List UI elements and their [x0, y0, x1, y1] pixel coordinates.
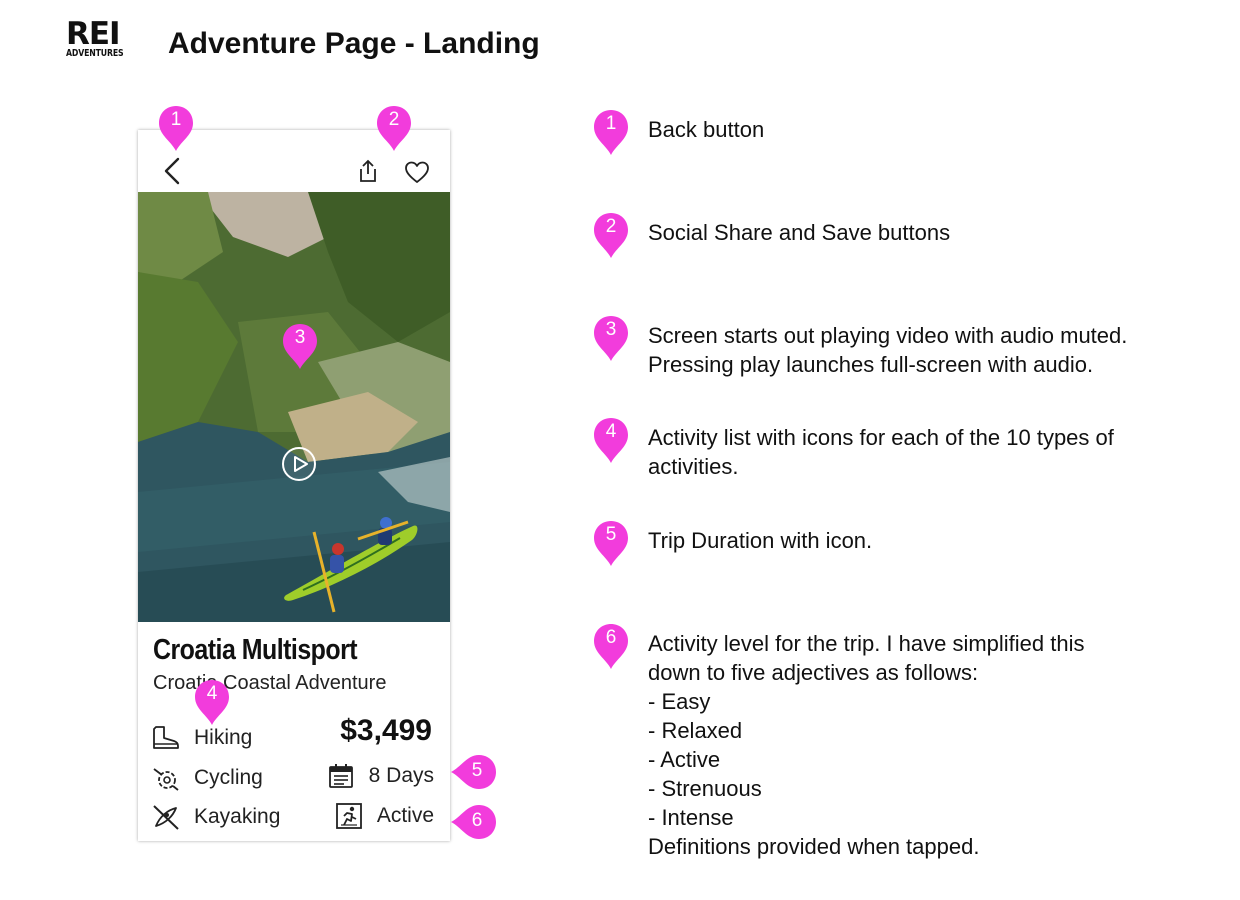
annotation-marker: 3 — [592, 314, 630, 362]
annotation-number: 3 — [605, 319, 617, 340]
annotation-line: Back button — [648, 117, 765, 142]
activity-item-hiking[interactable]: Hiking — [152, 723, 252, 753]
annotation-line: Social Share and Save buttons — [648, 220, 951, 245]
activity-level-icon — [335, 803, 362, 829]
hero-video[interactable] — [138, 192, 450, 622]
annotation-marker: 5 — [592, 519, 630, 567]
annotation-marker: 6 — [592, 622, 630, 670]
duration-label: 8 Days — [368, 764, 434, 787]
annotation-text: Back button — [648, 115, 764, 144]
annotation-line: Pressing play launches full-screen with … — [648, 352, 1094, 377]
activity-level[interactable]: Active — [335, 801, 434, 831]
annotation-line: Screen starts out playing video with aud… — [648, 323, 1128, 348]
marker-pin-1: 1 — [157, 104, 195, 152]
annotation-line: Trip Duration with icon. — [648, 528, 873, 553]
back-arrow-icon[interactable] — [162, 156, 182, 186]
annotation-line: - Easy — [648, 689, 711, 714]
rei-adventures-logo: REI ADVENTURES — [66, 19, 140, 59]
annotation-line: - Active — [648, 747, 721, 772]
annotation-text: Activity list with icons for each of the… — [648, 423, 1114, 481]
page-title: Adventure Page - Landing — [168, 27, 540, 60]
annotation-text: Social Share and Save buttons — [648, 218, 950, 247]
activity-item-cycling[interactable]: Cycling — [152, 763, 263, 793]
play-icon[interactable] — [281, 446, 317, 482]
annotation-marker: 2 — [592, 211, 630, 259]
activity-label: Kayaking — [194, 805, 281, 828]
annotation-marker: 4 — [592, 416, 630, 464]
annotation-line: - Intense — [648, 805, 734, 830]
activity-label: Hiking — [194, 726, 253, 749]
marker-pin-3: 3 — [281, 322, 319, 370]
marker-pin-6: 6 — [450, 803, 502, 841]
annotation-number: 5 — [605, 524, 617, 545]
annotation-number: 1 — [605, 113, 617, 134]
annotation-text: Screen starts out playing video with aud… — [648, 321, 1127, 379]
annotation-line: - Strenuous — [648, 776, 762, 801]
annotation-line: down to five adjectives as follows: — [648, 660, 979, 685]
annotation-number: 6 — [605, 627, 617, 648]
annotation-line: activities. — [648, 454, 739, 479]
trip-name: Croatia Multisport — [153, 634, 358, 666]
marker-number: 4 — [206, 683, 218, 704]
annotation-line: - Relaxed — [648, 718, 743, 743]
trip-price: $3,499 — [340, 714, 432, 747]
trip-duration[interactable]: 8 Days — [327, 761, 434, 791]
marker-pin-4: 4 — [193, 678, 231, 726]
cycling-icon — [153, 768, 179, 791]
logo-sub-text: ADVENTURES — [66, 48, 124, 59]
marker-number: 5 — [471, 760, 483, 781]
hiking-boot-icon — [153, 726, 179, 749]
kayaking-icon — [153, 805, 179, 830]
annotation-text: Activity level for the trip. I have simp… — [648, 629, 1085, 861]
annotation-number: 2 — [605, 216, 617, 237]
annotation-number: 4 — [605, 421, 617, 442]
logo-main-text: REI — [66, 16, 121, 52]
calendar-icon — [328, 764, 353, 788]
marker-number: 3 — [294, 327, 306, 348]
annotation-line: Activity level for the trip. I have simp… — [648, 631, 1085, 656]
kayaking-scene-image — [138, 192, 450, 622]
trip-subtitle: Croatia Coastal Adventure — [153, 672, 387, 694]
annotation-line: Definitions provided when tapped. — [648, 834, 980, 859]
level-label: Active — [376, 804, 434, 827]
marker-pin-2: 2 — [375, 104, 413, 152]
marker-number: 1 — [170, 109, 182, 130]
activity-label: Cycling — [194, 766, 263, 789]
marker-pin-5: 5 — [450, 753, 502, 791]
marker-number: 2 — [388, 109, 400, 130]
annotation-text: Trip Duration with icon. — [648, 526, 872, 555]
share-icon[interactable] — [357, 158, 379, 184]
heart-icon[interactable] — [404, 161, 430, 184]
annotation-marker: 1 — [592, 108, 630, 156]
annotation-line: Activity list with icons for each of the… — [648, 425, 1114, 450]
marker-number: 6 — [471, 810, 483, 831]
activity-item-kayaking[interactable]: Kayaking — [152, 802, 280, 832]
phone-mockup: Croatia Multisport Croatia Coastal Adven… — [138, 130, 450, 841]
